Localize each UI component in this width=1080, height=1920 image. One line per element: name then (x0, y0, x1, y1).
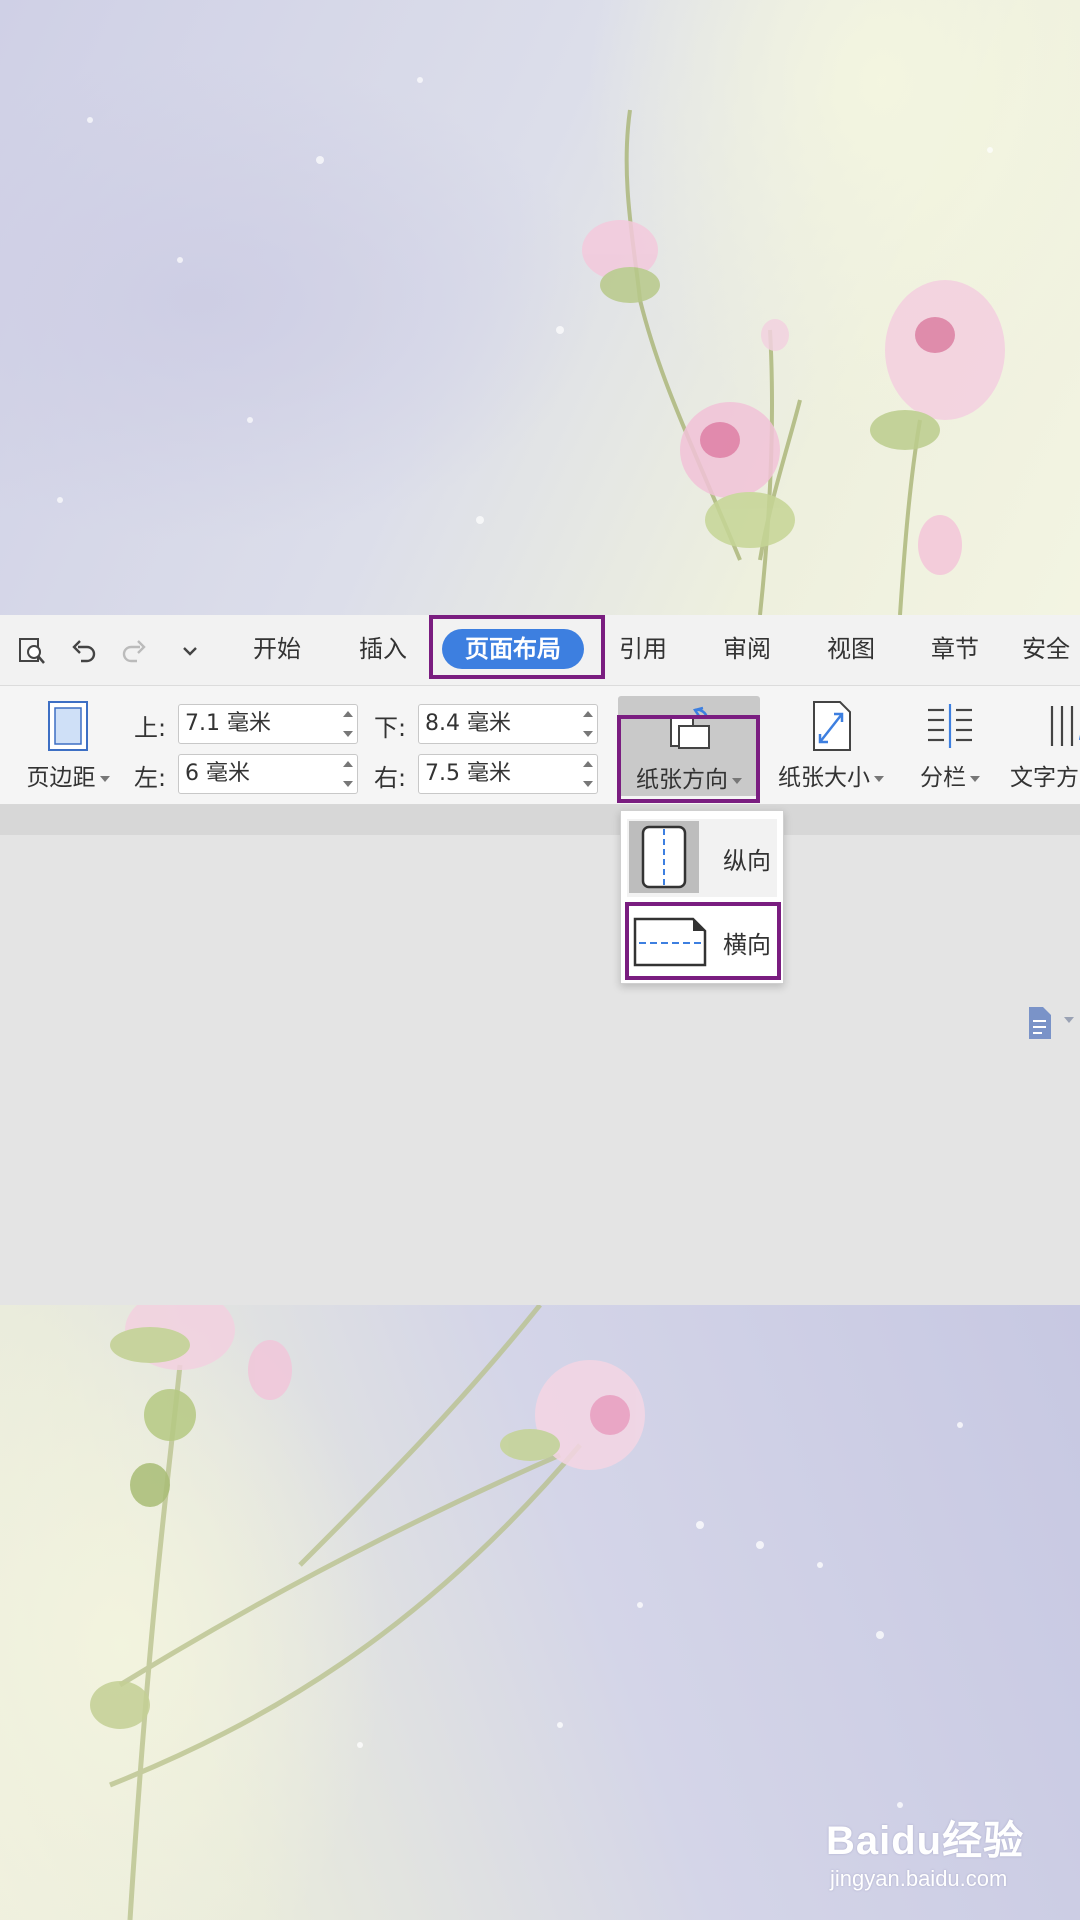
top-margin-label: 上: (134, 714, 167, 742)
redo-icon[interactable] (116, 633, 152, 669)
watermark-brand: Baidu经验 (826, 1819, 1025, 1863)
orientation-portrait-item[interactable]: 纵向 (627, 819, 777, 897)
tab-references[interactable]: 引用 (606, 629, 680, 669)
document-format-caret-icon[interactable] (1064, 1017, 1074, 1023)
bottom-margin-input[interactable]: 8.4 毫米 (418, 704, 598, 744)
right-margin-input[interactable]: 7.5 毫米 (418, 754, 598, 794)
bottom-margin-label: 下: (374, 714, 407, 742)
tab-security[interactable]: 安全 (1022, 629, 1080, 669)
orientation-dropdown: 纵向 横向 (620, 810, 784, 984)
margins-label: 页边距 (26, 765, 96, 791)
watermark-url: jingyan.baidu.com (830, 1866, 1008, 1891)
tab-sections[interactable]: 章节 (918, 629, 992, 669)
landscape-label: 横向 (723, 931, 771, 959)
columns-icon (928, 704, 972, 748)
margins-button[interactable]: 页边距 (18, 700, 118, 792)
orientation-landscape-item[interactable]: 横向 (627, 903, 777, 981)
columns-label: 分栏 (920, 765, 966, 791)
margins-icon (48, 701, 88, 751)
wps-writer-window: 开始 插入 页面布局 引用 审阅 视图 章节 安全 页边距 上: 7.1 毫米 … (0, 615, 1080, 1305)
document-format-icon[interactable] (1026, 1005, 1056, 1041)
top-margin-input[interactable]: 7.1 毫米 (178, 704, 358, 744)
tab-insert[interactable]: 插入 (346, 629, 420, 669)
text-direction-label: 文字方 (1010, 765, 1079, 791)
columns-button[interactable]: 分栏 (912, 700, 988, 792)
ruler-bar (0, 805, 1080, 835)
paper-size-button[interactable]: 纸张大小 (770, 700, 892, 792)
baidu-jingyan-watermark: Baidu经验 jingyan.baidu.com (826, 1808, 1076, 1908)
paper-size-label: 纸张大小 (778, 765, 870, 791)
paper-orientation-label: 纸张方向 (636, 767, 728, 793)
portrait-icon (641, 825, 687, 889)
text-direction-button[interactable]: 文字方 (1010, 700, 1080, 792)
menu-tab-bar: 开始 插入 页面布局 引用 审阅 视图 章节 安全 (0, 615, 1080, 686)
ribbon-page-layout: 页边距 上: 7.1 毫米 左: 6 毫米 下: 8.4 毫米 右: 7.5 毫… (0, 686, 1080, 805)
background-painting-top (0, 0, 1080, 615)
customize-dropdown-icon[interactable] (172, 633, 208, 669)
text-direction-icon (1050, 706, 1080, 746)
tab-view[interactable]: 视图 (814, 629, 888, 669)
tab-page-layout[interactable]: 页面布局 (442, 629, 584, 669)
portrait-label: 纵向 (723, 847, 771, 875)
paper-size-icon (813, 701, 851, 751)
right-margin-label: 右: (374, 764, 407, 792)
paper-orientation-button[interactable]: 纸张方向 (618, 696, 760, 796)
preview-icon[interactable] (14, 633, 50, 669)
undo-icon[interactable] (66, 633, 102, 669)
landscape-icon (633, 917, 707, 967)
tab-home[interactable]: 开始 (240, 629, 314, 669)
left-margin-input[interactable]: 6 毫米 (178, 754, 358, 794)
document-area (0, 835, 1080, 1305)
paper-orientation-icon (670, 706, 710, 749)
left-margin-label: 左: (134, 764, 167, 792)
tab-review[interactable]: 审阅 (710, 629, 784, 669)
